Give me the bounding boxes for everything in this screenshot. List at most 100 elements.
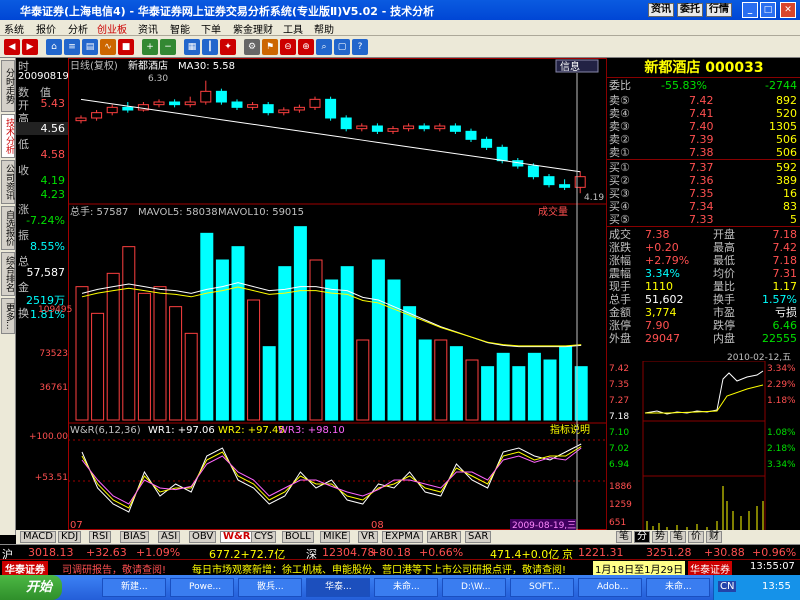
stat-label-2: 均价 bbox=[713, 267, 735, 280]
info-tag-button[interactable]: 信息 bbox=[560, 60, 580, 73]
volume-bar bbox=[153, 286, 167, 421]
menu-gem[interactable]: 创业板 bbox=[97, 21, 127, 36]
home-icon[interactable]: ⌂ bbox=[46, 39, 62, 55]
tab-vr[interactable]: VR bbox=[358, 531, 378, 543]
ime-indicator[interactable]: CN bbox=[718, 581, 737, 592]
volume-button[interactable]: 成交量 bbox=[538, 205, 568, 218]
settings-icon[interactable]: ⚙ bbox=[244, 39, 260, 55]
volume-bar bbox=[184, 332, 198, 421]
info-button[interactable]: 资讯 bbox=[648, 3, 674, 17]
sell-price: 7.41 bbox=[689, 107, 714, 120]
tab-macd[interactable]: MACD bbox=[20, 531, 56, 543]
menu-help[interactable]: 帮助 bbox=[314, 21, 334, 36]
plus-circle-icon[interactable]: ⊕ bbox=[298, 39, 314, 55]
right-tab-5[interactable]: 财 bbox=[706, 531, 722, 543]
candle-body bbox=[559, 184, 571, 188]
zoom-in-icon[interactable]: + bbox=[142, 39, 158, 55]
tab-rsi[interactable]: RSI bbox=[89, 531, 112, 543]
minus-circle-icon[interactable]: ⊖ bbox=[280, 39, 296, 55]
menu-tools[interactable]: 工具 bbox=[283, 21, 303, 36]
tab-more[interactable]: 更多... bbox=[1, 298, 15, 334]
tab-boll[interactable]: BOLL bbox=[282, 531, 314, 543]
tab-bias[interactable]: BIAS bbox=[120, 531, 149, 543]
list-icon[interactable]: ≡ bbox=[64, 39, 80, 55]
minimize-icon[interactable]: _ bbox=[742, 2, 758, 18]
taskbar-item[interactable]: Adob... bbox=[578, 578, 642, 597]
commission-button[interactable]: 委托 bbox=[677, 3, 703, 17]
right-tab-4[interactable]: 价 bbox=[688, 531, 704, 543]
right-tab-1[interactable]: 分 bbox=[634, 531, 650, 543]
tab-expma[interactable]: EXPMA bbox=[382, 531, 423, 543]
volume-bar bbox=[387, 279, 401, 421]
candle-body bbox=[371, 125, 383, 132]
stat-label: 震幅 bbox=[609, 267, 631, 280]
taskbar-item[interactable]: D:\W... bbox=[442, 578, 506, 597]
stat-label: 现手 bbox=[609, 280, 631, 293]
quote-button[interactable]: 行情 bbox=[706, 3, 732, 17]
bookmark-icon[interactable]: ✦ bbox=[220, 39, 236, 55]
maximize-icon[interactable]: □ bbox=[760, 2, 776, 18]
tab-mike[interactable]: MIKE bbox=[320, 531, 351, 543]
sell-volume: 506 bbox=[776, 133, 797, 146]
menu-quote[interactable]: 报价 bbox=[36, 21, 56, 36]
line-icon[interactable]: ∿ bbox=[100, 39, 116, 55]
buy-level-label: 买② bbox=[609, 174, 630, 187]
sz-pct: +0.66% bbox=[419, 546, 464, 559]
stat-value: 3.34% bbox=[645, 267, 680, 280]
taskbar-item[interactable]: 华泰... bbox=[306, 578, 370, 597]
taskbar-item[interactable]: 未命... bbox=[646, 578, 710, 597]
grid-icon[interactable]: ▦ bbox=[184, 39, 200, 55]
menu-order[interactable]: 下单 bbox=[201, 21, 221, 36]
menu-analysis[interactable]: 分析 bbox=[68, 21, 88, 36]
flag-icon[interactable]: ⚑ bbox=[262, 39, 278, 55]
tab-technical[interactable]: 技术分析 bbox=[1, 114, 15, 158]
tab-asi[interactable]: ASI bbox=[158, 531, 181, 543]
candle-body bbox=[449, 125, 461, 132]
menu-news[interactable]: 资讯 bbox=[138, 21, 158, 36]
indicator-help-button[interactable]: 指标说明 bbox=[550, 423, 590, 436]
window-icon[interactable]: ▢ bbox=[334, 39, 350, 55]
news-msg-2[interactable]: 每日市场观察新增：徐工机械、申能股份、营口港等下上市公司研报点评，敬请查阅! bbox=[192, 561, 566, 576]
taskbar-item[interactable]: SOFT... bbox=[510, 578, 574, 597]
tab-wr[interactable]: W&R bbox=[220, 531, 254, 543]
kline-icon[interactable]: ┃ bbox=[202, 39, 218, 55]
tab-cys[interactable]: CYS bbox=[251, 531, 277, 543]
right-tab-2[interactable]: 势 bbox=[652, 531, 668, 543]
tab-arbr[interactable]: ARBR bbox=[427, 531, 461, 543]
tab-sar[interactable]: SAR bbox=[465, 531, 492, 543]
stat-label-2: 市盈 bbox=[713, 306, 735, 319]
taskbar-item[interactable]: Powe... bbox=[170, 578, 234, 597]
news-msg-1[interactable]: 司调研报告，敬请查阅! bbox=[62, 561, 166, 576]
stat-value-2: 7.18 bbox=[772, 228, 798, 241]
tab-kdj[interactable]: KDJ bbox=[58, 531, 82, 543]
zoom-out-icon[interactable]: − bbox=[160, 39, 176, 55]
tab-ranking[interactable]: 综合排名 bbox=[1, 252, 15, 296]
taskbar-item[interactable]: 新建... bbox=[102, 578, 166, 597]
help-icon[interactable]: ? bbox=[352, 39, 368, 55]
search-icon[interactable]: ⌕ bbox=[316, 39, 332, 55]
back-icon[interactable]: ◀ bbox=[4, 39, 20, 55]
volume-bar bbox=[481, 366, 495, 421]
stat-value-2: 1.17 bbox=[772, 280, 798, 293]
vol-tick-2: 36761 bbox=[39, 383, 68, 393]
forward-icon[interactable]: ▶ bbox=[22, 39, 38, 55]
tab-watchlist[interactable]: 自选报价 bbox=[1, 206, 15, 250]
chart-icon[interactable]: ▤ bbox=[82, 39, 98, 55]
start-button[interactable]: 开始 bbox=[0, 575, 62, 600]
taskbar-item[interactable]: 散兵... bbox=[238, 578, 302, 597]
buy-row: 买① 7.37 592 bbox=[607, 161, 800, 174]
tab-obv[interactable]: OBV bbox=[189, 531, 217, 543]
right-tab-0[interactable]: 笔 bbox=[616, 531, 632, 543]
sell-volume: 892 bbox=[776, 94, 797, 107]
close-icon[interactable]: ✕ bbox=[780, 2, 796, 18]
taskbar-item[interactable]: 未命... bbox=[374, 578, 438, 597]
stock-chart[interactable]: 日线(复权) 新都酒店 MA30: 5.58 信息 6.30 4.19 总手: … bbox=[68, 58, 608, 536]
tab-timeshare[interactable]: 分时走势 bbox=[1, 60, 15, 112]
menu-system[interactable]: 系统 bbox=[4, 21, 24, 36]
sell-level-label: 卖① bbox=[609, 146, 630, 159]
stop-icon[interactable]: ■ bbox=[118, 39, 134, 55]
menu-smart[interactable]: 智能 bbox=[170, 21, 190, 36]
tab-company[interactable]: 公司资讯 bbox=[1, 160, 15, 204]
menu-finance[interactable]: 紫金理财 bbox=[233, 21, 273, 36]
right-tab-3[interactable]: 笔 bbox=[670, 531, 686, 543]
